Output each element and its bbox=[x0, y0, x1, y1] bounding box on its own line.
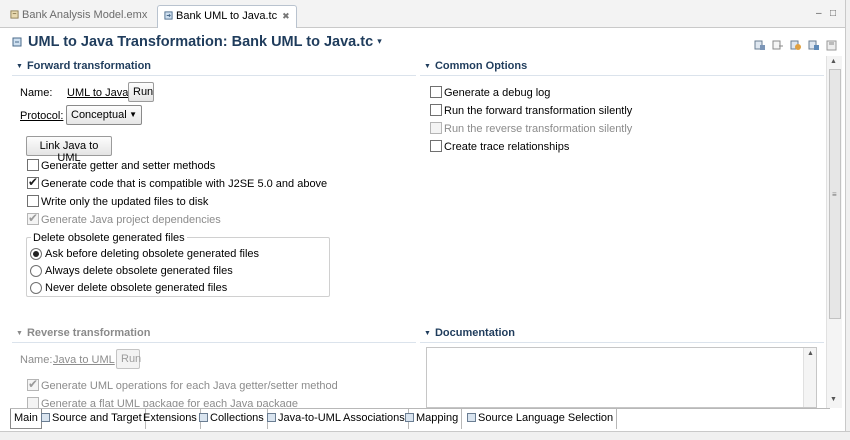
protocol-select[interactable]: Conceptual ▼ bbox=[66, 105, 142, 125]
always-delete-label: Always delete obsolete generated files bbox=[45, 265, 233, 277]
page-tab-bar: Main Source and Target Extensions Collec… bbox=[10, 408, 830, 429]
tab-page-icon bbox=[199, 413, 208, 422]
toolbar-action-icon[interactable] bbox=[754, 40, 766, 51]
tab-page-icon bbox=[267, 413, 276, 422]
documentation-textarea[interactable]: ▲ bbox=[426, 347, 817, 408]
debug-log-checkbox[interactable] bbox=[430, 86, 442, 98]
common-options-section-header[interactable]: ▼ Common Options bbox=[420, 60, 824, 76]
section-title: Forward transformation bbox=[26, 60, 152, 72]
documentation-scrollbar[interactable]: ▲ bbox=[803, 348, 816, 407]
scrollbar-thumb[interactable]: ≡ bbox=[829, 69, 841, 319]
reverse-silent-label: Run the reverse transformation silently bbox=[444, 123, 633, 135]
page-tab-label: Mapping bbox=[416, 412, 459, 424]
java-project-deps-label: Generate Java project dependencies bbox=[41, 214, 221, 226]
toolbar-action-icon[interactable] bbox=[790, 40, 802, 51]
page-tab-collections[interactable]: Collections bbox=[196, 409, 268, 429]
reverse-silent-checkbox[interactable] bbox=[430, 122, 442, 134]
page-tab-label: Java-to-UML Associations bbox=[278, 412, 405, 424]
page-tab-label: Source and Target bbox=[52, 412, 142, 424]
header-toolbar bbox=[751, 40, 838, 54]
page-tab-mapping[interactable]: Mapping bbox=[402, 409, 463, 429]
write-updated-only-checkbox[interactable] bbox=[27, 195, 39, 207]
ask-before-delete-radio[interactable] bbox=[30, 248, 42, 260]
j2se5-compat-checkbox[interactable] bbox=[27, 175, 39, 189]
chevron-down-icon[interactable]: ▾ bbox=[377, 36, 382, 46]
protocol-select-value: Conceptual bbox=[71, 109, 127, 121]
forward-transformation-section-header[interactable]: ▼ Forward transformation bbox=[12, 60, 416, 76]
scroll-up-arrow-icon[interactable]: ▲ bbox=[830, 58, 837, 65]
always-delete-radio[interactable] bbox=[30, 265, 42, 277]
documentation-section-header[interactable]: ▼ Documentation bbox=[420, 327, 824, 343]
page-tab-label: Source Language Selection bbox=[478, 412, 614, 424]
editor-vertical-scrollbar[interactable]: ▲ ≡ ▼ bbox=[826, 56, 842, 408]
page-title-text: UML to Java Transformation: Bank UML to … bbox=[28, 34, 374, 50]
delete-obsolete-group-title: Delete obsolete generated files bbox=[31, 232, 187, 244]
reverse-transformation-section-header[interactable]: ▼ Reverse transformation bbox=[12, 327, 416, 343]
page-tab-java-to-uml-associations[interactable]: Java-to-UML Associations bbox=[264, 409, 409, 429]
page-tab-source-language-selection[interactable]: Source Language Selection bbox=[464, 409, 618, 429]
uml-ops-getter-setter-checkbox[interactable] bbox=[27, 377, 39, 391]
debug-log-label: Generate a debug log bbox=[444, 87, 551, 99]
link-java-to-uml-button[interactable]: Link Java to UML bbox=[26, 136, 112, 164]
forward-name-link[interactable]: UML to Java bbox=[67, 87, 128, 99]
collapse-triangle-icon[interactable]: ▼ bbox=[424, 63, 431, 70]
section-title: Documentation bbox=[434, 327, 515, 339]
editor-header: UML to Java Transformation: Bank UML to … bbox=[0, 28, 850, 56]
getter-setter-checkbox[interactable] bbox=[27, 159, 39, 171]
scroll-down-arrow-icon[interactable]: ▼ bbox=[830, 396, 837, 403]
minimize-icon[interactable]: ‒ bbox=[816, 8, 822, 19]
toolbar-action-icon[interactable] bbox=[808, 40, 820, 51]
window-frame-bottom bbox=[0, 431, 850, 440]
getter-setter-label: Generate getter and setter methods bbox=[41, 160, 216, 172]
tab-page-icon bbox=[41, 413, 50, 422]
write-updated-only-label: Write only the updated files to disk bbox=[41, 196, 209, 208]
section-title: Common Options bbox=[434, 60, 528, 72]
forward-silent-label: Run the forward transformation silently bbox=[444, 105, 633, 117]
collapse-triangle-icon[interactable]: ▼ bbox=[16, 330, 23, 337]
dropdown-arrow-icon: ▼ bbox=[129, 110, 137, 119]
page-tab-source-and-target[interactable]: Source and Target bbox=[38, 409, 146, 429]
window-frame-right bbox=[845, 0, 850, 440]
toolbar-action-icon[interactable] bbox=[772, 40, 784, 51]
page-tab-label: Collections bbox=[210, 412, 264, 424]
tab-page-icon bbox=[405, 413, 414, 422]
flat-uml-package-label: Generate a flat UML package for each Jav… bbox=[41, 398, 299, 407]
editor-tab-label: Bank UML to Java.tc bbox=[176, 10, 278, 22]
ask-before-delete-label: Ask before deleting obsolete generated f… bbox=[45, 248, 260, 260]
page-tab-label: Extensions bbox=[143, 412, 197, 424]
toolbar-action-icon[interactable] bbox=[826, 40, 838, 51]
page-tab-extensions[interactable]: Extensions bbox=[140, 409, 201, 429]
forward-run-button[interactable]: Run bbox=[128, 82, 154, 102]
trace-relationships-checkbox[interactable] bbox=[430, 140, 442, 152]
editor-tab-label: Bank Analysis Model.emx bbox=[22, 9, 148, 21]
maximize-icon[interactable]: □ bbox=[830, 8, 836, 19]
trace-relationships-label: Create trace relationships bbox=[444, 141, 570, 153]
collapse-triangle-icon[interactable]: ▼ bbox=[16, 63, 23, 70]
page-title: UML to Java Transformation: Bank UML to … bbox=[12, 34, 382, 50]
editor-tab-bank-uml-to-java[interactable]: Bank UML to Java.tc ✖ bbox=[157, 5, 297, 28]
collapse-triangle-icon[interactable]: ▼ bbox=[424, 330, 431, 337]
editor-tab-bar: Bank Analysis Model.emx Bank UML to Java… bbox=[0, 0, 850, 28]
uml-ops-getter-setter-label: Generate UML operations for each Java ge… bbox=[41, 380, 338, 392]
tab-page-icon bbox=[467, 413, 476, 422]
java-project-deps-checkbox[interactable] bbox=[27, 211, 39, 225]
never-delete-label: Never delete obsolete generated files bbox=[45, 282, 228, 294]
never-delete-radio[interactable] bbox=[30, 282, 42, 294]
name-label: Name: bbox=[20, 87, 53, 99]
grip-icon: ≡ bbox=[832, 190, 837, 199]
editor-tab-bank-analysis-model[interactable]: Bank Analysis Model.emx bbox=[4, 5, 153, 28]
protocol-label: Protocol: bbox=[20, 110, 64, 122]
reverse-run-button[interactable]: Run bbox=[116, 349, 141, 369]
model-file-icon bbox=[10, 10, 19, 19]
section-title: Reverse transformation bbox=[26, 327, 151, 339]
forward-silent-checkbox[interactable] bbox=[430, 104, 442, 116]
reverse-name-label: Name: bbox=[20, 354, 53, 366]
transform-config-icon bbox=[164, 11, 173, 20]
page-tab-label: Main bbox=[14, 412, 38, 424]
j2se5-compat-label: Generate code that is compatible with J2… bbox=[41, 178, 328, 190]
transform-config-icon bbox=[12, 37, 22, 47]
reverse-name-link[interactable]: Java to UML bbox=[53, 354, 115, 366]
scroll-up-arrow-icon[interactable]: ▲ bbox=[807, 350, 814, 357]
close-icon[interactable]: ✖ bbox=[282, 11, 290, 21]
